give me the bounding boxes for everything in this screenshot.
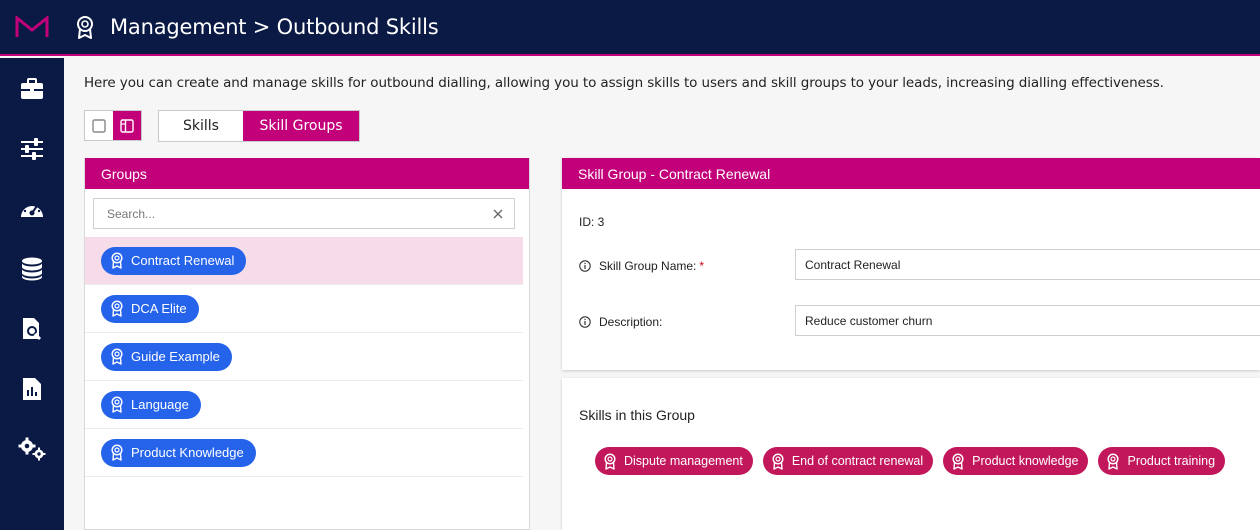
group-chip-label: DCA Elite: [131, 301, 187, 316]
speedometer-icon: [21, 202, 43, 217]
award-icon: [109, 252, 125, 270]
tab-skill-groups[interactable]: Skill Groups: [243, 111, 359, 141]
list-item[interactable]: Contract Renewal: [85, 237, 523, 285]
database-icon: [22, 257, 42, 281]
sidebar-item-search-docs[interactable]: [0, 299, 64, 359]
tabs: Skills Skill Groups: [158, 110, 360, 142]
skill-chip-list: Dispute management End of contract renew…: [595, 447, 1235, 475]
skill-chip-label: Product training: [1127, 454, 1216, 468]
m-logo-icon: [15, 16, 49, 37]
sidebar-item-dashboard[interactable]: [0, 179, 64, 239]
report-icon: [23, 378, 41, 400]
split-view-button[interactable]: [113, 111, 141, 140]
skills-in-group-title: Skills in this Group: [579, 407, 695, 423]
sidebar-item-reports[interactable]: [0, 359, 64, 419]
page-title: Management > Outbound Skills: [110, 15, 439, 39]
group-chip-label: Contract Renewal: [131, 253, 235, 268]
skill-group-detail-panel: Skill Group - Contract Renewal ID: 3 Ski…: [562, 158, 1260, 370]
award-icon: [950, 452, 966, 470]
search-input[interactable]: [94, 199, 484, 228]
group-chip-guide-example[interactable]: Guide Example: [101, 342, 232, 371]
award-icon: [770, 452, 786, 470]
skill-chip-product-training[interactable]: Product training: [1098, 447, 1226, 475]
sidebar-item-system-settings[interactable]: [0, 419, 64, 479]
tab-skills[interactable]: Skills: [159, 111, 243, 141]
group-chip-contract-renewal[interactable]: Contract Renewal: [101, 246, 247, 275]
gears-icon: [18, 437, 46, 461]
list-item[interactable]: Guide Example: [85, 333, 523, 381]
award-icon: [109, 348, 125, 366]
sidebar: [0, 58, 64, 530]
award-icon: [109, 300, 125, 318]
skill-group-name-label: Skill Group Name: *: [579, 259, 704, 273]
group-chip-language[interactable]: Language: [101, 390, 201, 419]
sidebar-item-data[interactable]: [0, 239, 64, 299]
split-panel-icon: [120, 118, 134, 133]
logo[interactable]: [0, 0, 64, 55]
group-chip-label: Product Knowledge: [131, 445, 244, 460]
detail-panel-title: Skill Group - Contract Renewal: [562, 158, 1260, 189]
group-list: Contract Renewal DCA Elite Guide Example: [85, 237, 523, 477]
briefcase-icon: [21, 78, 43, 99]
clear-search-button[interactable]: [484, 200, 512, 228]
groups-panel: Groups Contract Renewal DCA Elite: [84, 158, 530, 530]
close-icon: [493, 209, 503, 218]
required-marker: *: [699, 259, 705, 273]
list-item[interactable]: Product Knowledge: [85, 429, 523, 477]
description-input[interactable]: [795, 305, 1260, 336]
view-toggle: [84, 110, 142, 141]
field-label-text: Skill Group Name:: [599, 259, 697, 273]
square-icon: [92, 118, 106, 133]
award-icon: [109, 444, 125, 462]
info-icon[interactable]: [579, 260, 591, 272]
group-chip-dca-elite[interactable]: DCA Elite: [101, 294, 199, 323]
search-box: [93, 198, 515, 229]
list-item[interactable]: DCA Elite: [85, 285, 523, 333]
intro-text: Here you can create and manage skills fo…: [84, 75, 1164, 91]
skill-chip-end-of-contract-renewal[interactable]: End of contract renewal: [762, 447, 934, 475]
sliders-icon: [21, 138, 43, 160]
skill-chip-product-knowledge[interactable]: Product knowledge: [943, 447, 1089, 475]
award-icon: [74, 14, 96, 40]
skills-in-group-panel: Skills in this Group Dispute management …: [562, 378, 1260, 530]
award-icon: [602, 452, 618, 470]
groups-panel-title: Groups: [85, 158, 529, 189]
group-chip-label: Language: [131, 397, 189, 412]
description-label: Description:: [579, 315, 662, 329]
skill-chip-label: End of contract renewal: [791, 454, 924, 468]
award-icon: [109, 396, 125, 414]
top-bar: Management > Outbound Skills: [0, 0, 1260, 56]
document-search-icon: [23, 318, 42, 341]
info-icon[interactable]: [579, 316, 591, 328]
skill-group-id: ID: 3: [579, 215, 605, 229]
field-label-text: Description:: [599, 315, 663, 329]
award-icon: [1105, 452, 1121, 470]
skill-group-name-input[interactable]: [795, 249, 1260, 280]
sidebar-item-briefcase[interactable]: [0, 59, 64, 119]
skill-chip-label: Product knowledge: [972, 454, 1079, 468]
skill-chip-label: Dispute management: [624, 454, 743, 468]
group-chip-product-knowledge[interactable]: Product Knowledge: [101, 438, 256, 467]
list-item[interactable]: Language: [85, 381, 523, 429]
single-view-button[interactable]: [85, 111, 113, 140]
group-chip-label: Guide Example: [131, 349, 220, 364]
skill-chip-dispute-management[interactable]: Dispute management: [595, 447, 753, 475]
sidebar-item-settings[interactable]: [0, 119, 64, 179]
